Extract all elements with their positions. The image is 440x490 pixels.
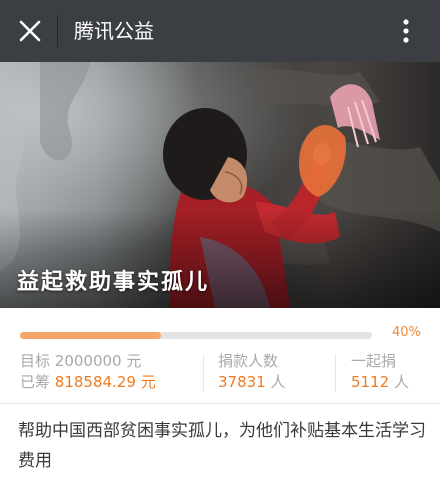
banner-title: 益起救助事实孤儿 xyxy=(17,270,210,295)
more-vertical-icon[interactable] xyxy=(392,13,420,49)
top-bar: 腾讯公益 xyxy=(0,0,440,62)
goal-value: 2000000 xyxy=(54,352,122,370)
stat-divider xyxy=(203,354,204,392)
section-divider xyxy=(0,403,440,404)
project-description: 帮助中国西部贫困事实孤儿，为他们补贴基本生活学习费用 xyxy=(18,421,426,471)
donors-label: 捐款人数 xyxy=(218,352,279,370)
banner[interactable]: 益起救助事实孤儿 xyxy=(0,62,440,308)
donors-stat: 捐款人数 37831 人 xyxy=(218,351,286,393)
progress-section: 40% 目标 2000000 元 已筹 818584.29 元 捐款人数 378… xyxy=(0,308,440,402)
page-title: 腾讯公益 xyxy=(74,19,154,43)
together-unit: 人 xyxy=(393,373,409,391)
progress-percent: 40% xyxy=(392,325,421,340)
together-stat: 一起捐 5112 人 xyxy=(351,351,409,393)
goal-unit: 元 xyxy=(126,352,142,370)
header-divider xyxy=(57,15,58,47)
progress-bar-fill xyxy=(20,332,161,339)
donors-value: 37831 xyxy=(218,373,266,391)
goal-raised-stat: 目标 2000000 元 已筹 818584.29 元 xyxy=(20,351,156,393)
progress-bar xyxy=(20,332,372,339)
together-value: 5112 xyxy=(351,373,390,391)
raised-value: 818584.29 xyxy=(54,373,136,391)
together-label: 一起捐 xyxy=(351,352,397,370)
stat-divider xyxy=(335,354,336,392)
raised-label: 已筹 xyxy=(20,373,51,391)
close-icon[interactable] xyxy=(12,13,48,49)
goal-label: 目标 xyxy=(20,352,51,370)
donors-unit: 人 xyxy=(270,373,286,391)
raised-unit: 元 xyxy=(140,373,156,391)
